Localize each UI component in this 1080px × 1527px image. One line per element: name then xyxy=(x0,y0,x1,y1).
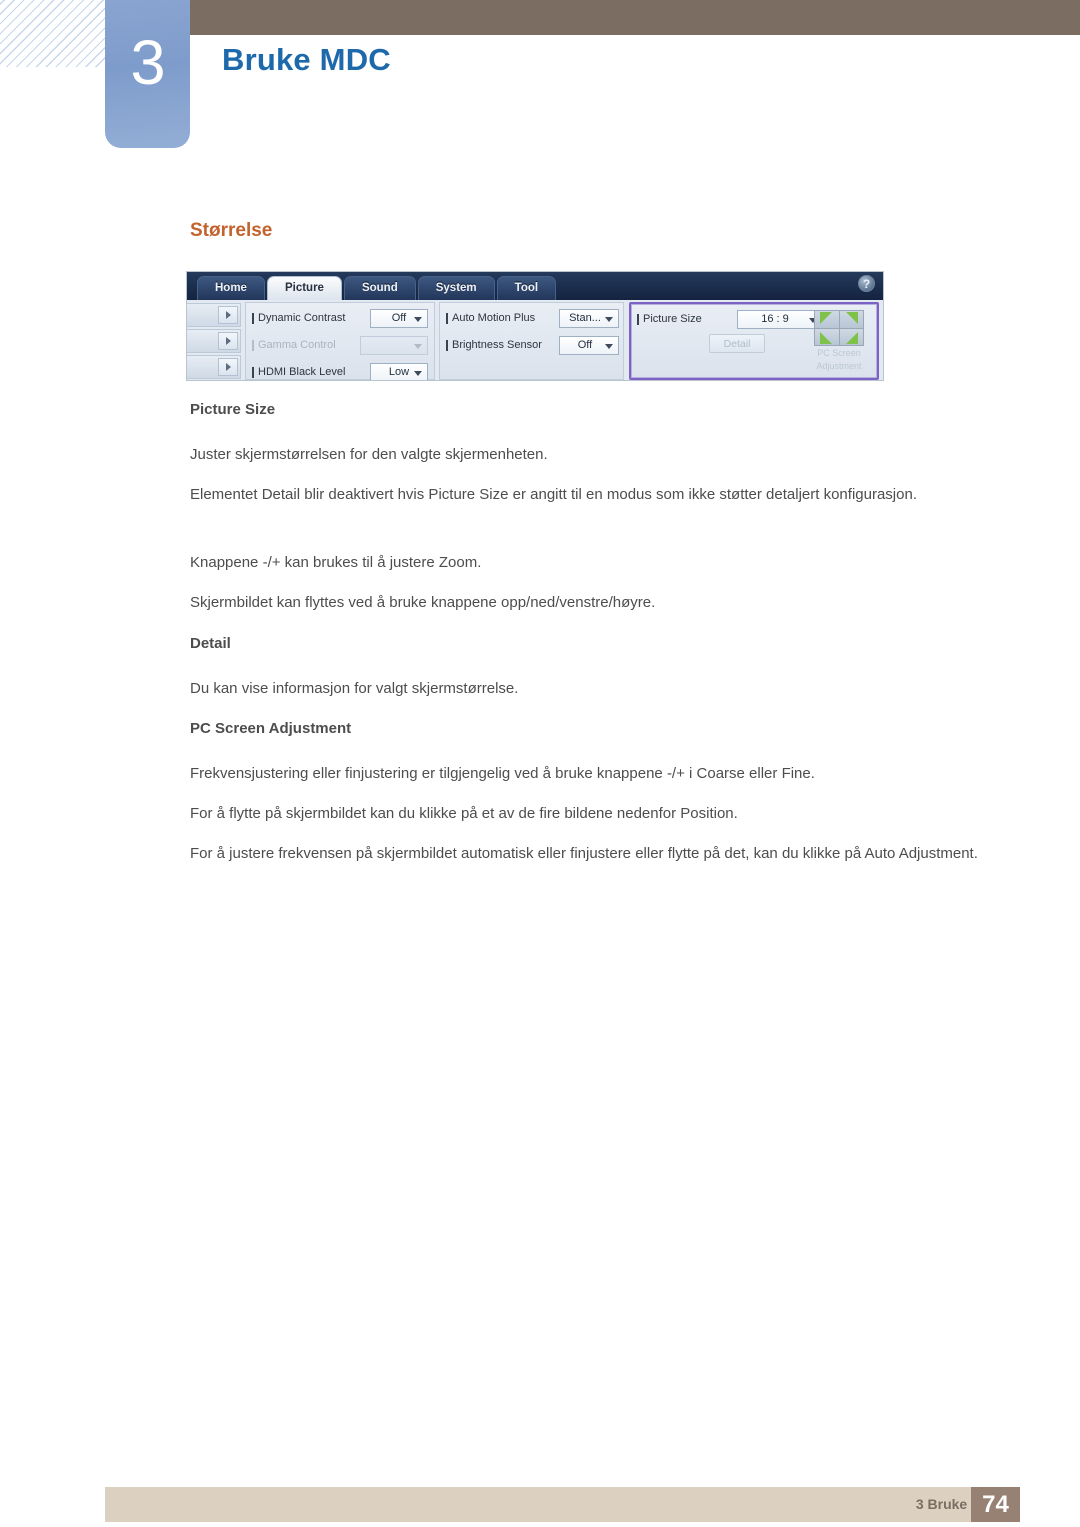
arrow-bottom-left-icon[interactable] xyxy=(815,328,839,345)
detail-button[interactable]: Detail xyxy=(709,334,765,353)
field-brightness-sensor: Brightness Sensor Off xyxy=(446,333,623,357)
mdc-tab-bar: Home Picture Sound System Tool xyxy=(197,276,557,300)
mdc-application-screenshot: Home Picture Sound System Tool ? Dynamic xyxy=(186,271,884,381)
dropdown-brightness-sensor[interactable]: Off xyxy=(559,335,619,355)
dropdown-value: Low xyxy=(388,366,410,378)
field-label: Brightness Sensor xyxy=(452,339,542,351)
chevron-right-icon[interactable] xyxy=(218,358,238,376)
chevron-down-icon xyxy=(605,343,613,349)
decorative-hatch-pattern xyxy=(0,0,108,105)
chevron-right-icon[interactable] xyxy=(218,306,238,324)
field-label: Gamma Control xyxy=(258,339,336,351)
paragraph-auto-adjustment: For å justere frekvensen på skjermbildet… xyxy=(190,845,978,862)
field-marker-icon xyxy=(446,339,448,351)
subheading-picture-size: Picture Size xyxy=(190,401,276,418)
dropdown-dynamic-contrast[interactable]: Off xyxy=(370,308,428,328)
help-icon[interactable]: ? xyxy=(858,275,875,292)
arrow-bottom-right-icon[interactable] xyxy=(839,328,863,345)
chevron-down-icon xyxy=(414,343,422,349)
paragraph-picture-size-desc: Juster skjermstørrelsen for den valgte s… xyxy=(190,446,548,463)
section-heading: Størrelse xyxy=(190,220,273,241)
stub-row xyxy=(187,303,241,327)
dropdown-value: Stan... xyxy=(569,312,601,324)
field-marker-icon xyxy=(252,339,254,351)
dropdown-hdmi-black-level[interactable]: Low xyxy=(370,362,428,380)
paragraph-zoom-buttons: Knappene -/+ kan brukes til å justere Zo… xyxy=(190,554,482,571)
mdc-titlebar: Home Picture Sound System Tool ? xyxy=(187,272,883,300)
stub-row xyxy=(187,329,241,353)
dropdown-auto-motion-plus[interactable]: Stan... xyxy=(559,308,619,328)
dropdown-value: Off xyxy=(391,312,407,324)
mdc-panel-picture-basic: Dynamic Contrast Off Gamma Control HDMI … xyxy=(245,302,435,380)
field-marker-icon xyxy=(252,366,254,378)
field-marker-icon xyxy=(446,312,448,324)
tab-home[interactable]: Home xyxy=(197,276,265,300)
mdc-content-area: Dynamic Contrast Off Gamma Control HDMI … xyxy=(187,300,883,380)
field-marker-icon xyxy=(637,313,639,325)
mdc-panel-picture-advanced: Auto Motion Plus Stan... Brightness Sens… xyxy=(439,302,624,380)
arrow-top-right-icon[interactable] xyxy=(839,311,863,328)
mdc-left-stub-column xyxy=(187,303,241,380)
field-label: Picture Size xyxy=(643,313,702,325)
tab-picture[interactable]: Picture xyxy=(266,276,342,300)
paragraph-frequency-adjust: Frekvensjustering eller finjustering er … xyxy=(190,765,815,782)
field-hdmi-black-level: HDMI Black Level Low xyxy=(252,360,434,380)
pc-screen-adjustment-label-line2: Adjustment xyxy=(816,361,862,371)
subheading-detail: Detail xyxy=(190,635,231,652)
dropdown-value: 16 : 9 xyxy=(761,313,789,325)
pc-screen-adjustment-control[interactable]: PC Screen Adjustment xyxy=(808,310,870,372)
paragraph-move-screen: Skjermbildet kan flyttes ved å bruke kna… xyxy=(190,594,656,611)
page-title: Bruke MDC xyxy=(222,42,391,77)
chevron-down-icon xyxy=(605,316,613,322)
field-label: Dynamic Contrast xyxy=(258,312,346,324)
field-label: HDMI Black Level xyxy=(258,366,346,378)
field-label: Auto Motion Plus xyxy=(452,312,536,324)
pc-screen-adjustment-icon[interactable] xyxy=(814,310,864,346)
page-number: 74 xyxy=(971,1487,1020,1522)
arrow-top-left-icon[interactable] xyxy=(815,311,839,328)
field-marker-icon xyxy=(252,312,254,324)
chevron-down-icon xyxy=(414,316,422,322)
chevron-down-icon xyxy=(414,370,422,376)
dropdown-gamma-control xyxy=(360,335,428,355)
header-brown-bar xyxy=(190,0,1080,35)
tab-sound[interactable]: Sound xyxy=(343,276,416,300)
mdc-panel-picture-size: 1 Picture Size 16 : 9 Detail PC Screen xyxy=(629,302,879,380)
footer-bar xyxy=(105,1487,1020,1522)
chevron-right-icon[interactable] xyxy=(218,332,238,350)
chapter-number-badge: 3 xyxy=(105,0,190,148)
subheading-pc-screen-adjustment: PC Screen Adjustment xyxy=(190,720,352,737)
paragraph-detail-desc: Du kan vise informasjon for valgt skjerm… xyxy=(190,680,519,697)
stub-row xyxy=(187,355,241,379)
field-dynamic-contrast: Dynamic Contrast Off xyxy=(252,306,434,330)
pc-screen-adjustment-label-line1: PC Screen xyxy=(817,348,861,358)
tab-system[interactable]: System xyxy=(417,276,495,300)
chapter-number: 3 xyxy=(130,27,165,98)
field-gamma-control: Gamma Control xyxy=(252,333,434,357)
paragraph-detail-disabled: Elementet Detail blir deaktivert hvis Pi… xyxy=(190,486,917,503)
field-auto-motion-plus: Auto Motion Plus Stan... xyxy=(446,306,623,330)
paragraph-position-images: For å flytte på skjermbildet kan du klik… xyxy=(190,805,738,822)
dropdown-value: Off xyxy=(577,339,593,351)
tab-tool[interactable]: Tool xyxy=(496,276,557,300)
